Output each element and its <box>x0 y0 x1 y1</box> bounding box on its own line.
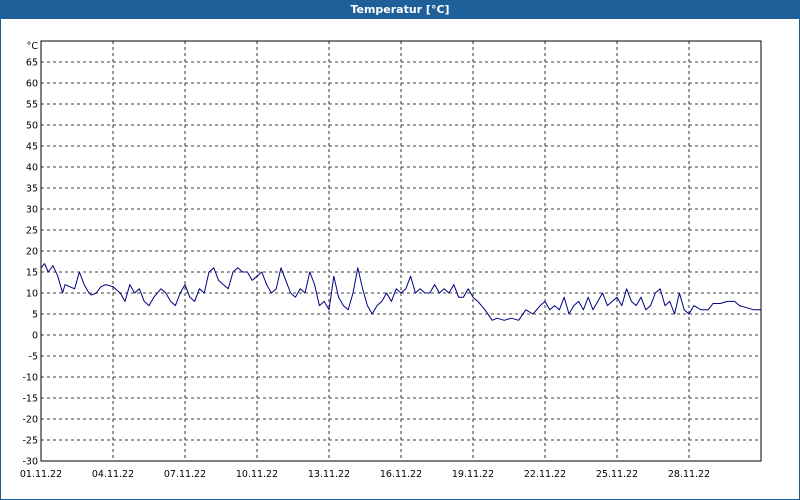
x-tick-label: 07.11.22 <box>164 469 206 480</box>
axis-ticks: -30 -25 -20 -15 -10 -5 0 5 10 15 20 25 30 35 40 45 50 55 6… <box>20 41 710 480</box>
y-tick-label: -25 <box>22 436 38 447</box>
y-tick-label: 10 <box>26 289 38 300</box>
x-tick-label: 01.11.22 <box>20 469 62 480</box>
y-tick-label: 65 <box>26 58 38 69</box>
x-tick-label: 19.11.22 <box>452 469 494 480</box>
x-tick-label: 04.11.22 <box>92 469 134 480</box>
y-tick-label: -5 <box>29 352 38 363</box>
chart-window: Temperatur [°C] -30 -25 -20 -15 -10 -5 0 5 10 15 2… <box>0 0 800 500</box>
y-tick-label: -15 <box>22 394 38 405</box>
x-tick-label: 22.11.22 <box>524 469 566 480</box>
y-tick-label: 25 <box>26 226 38 237</box>
y-tick-label: 55 <box>26 100 38 111</box>
x-tick-label: 16.11.22 <box>380 469 422 480</box>
y-tick-label: 60 <box>26 79 38 90</box>
y-tick-label: 0 <box>32 331 38 342</box>
x-tick-label: 28.11.22 <box>668 469 710 480</box>
x-tick-label: 25.11.22 <box>596 469 638 480</box>
y-tick-label: 50 <box>26 121 38 132</box>
x-tick-label: 13.11.22 <box>308 469 350 480</box>
y-tick-label: -20 <box>22 415 38 426</box>
y-tick-label: 20 <box>26 247 38 258</box>
y-tick-label: 5 <box>32 310 38 321</box>
y-tick-label: -30 <box>22 457 38 468</box>
grid <box>41 41 761 461</box>
y-tick-label: 45 <box>26 142 38 153</box>
x-tick-label: 10.11.22 <box>236 469 278 480</box>
y-tick-label: -10 <box>22 373 38 384</box>
y-axis-label: °C <box>27 41 39 52</box>
y-tick-label: 35 <box>26 184 38 195</box>
y-tick-label: 30 <box>26 205 38 216</box>
y-tick-label: 40 <box>26 163 38 174</box>
temperature-chart: -30 -25 -20 -15 -10 -5 0 5 10 15 20 25 30 35 40 45 50 55 6… <box>20 40 762 480</box>
y-tick-label: 15 <box>26 268 38 279</box>
